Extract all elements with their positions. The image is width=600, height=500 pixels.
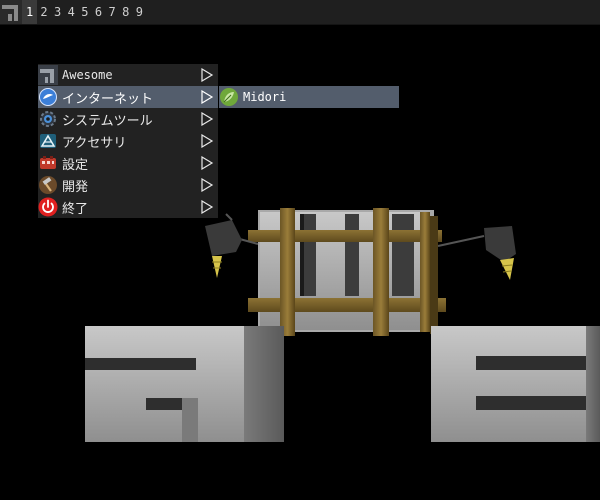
- menu-item-label: 開発: [62, 179, 89, 195]
- submenu-arrow-icon: [201, 90, 214, 104]
- menu-item-label: 設定: [62, 157, 89, 173]
- menu-item-accessories[interactable]: アクセサリ: [38, 130, 218, 152]
- gear-icon: [40, 111, 56, 127]
- menu-item-awesome[interactable]: Awesome: [38, 64, 218, 86]
- tag-8[interactable]: 8: [119, 0, 133, 24]
- menu-item-development[interactable]: 開発: [38, 174, 218, 196]
- awesome-launcher-icon[interactable]: [0, 0, 22, 24]
- tag-2[interactable]: 2: [37, 0, 51, 24]
- submenu-arrow-icon: [201, 134, 214, 148]
- submenu-arrow-icon: [201, 200, 214, 214]
- submenu-arrow-icon: [201, 68, 214, 82]
- menu-item-label: 終了: [62, 201, 89, 217]
- midori-leaf-icon: [220, 88, 238, 106]
- tag-4[interactable]: 4: [64, 0, 78, 24]
- submenu-item-midori[interactable]: Midori: [219, 86, 399, 108]
- menu-item-internet[interactable]: インターネット: [38, 86, 218, 108]
- menu-item-system-tools[interactable]: システムツール: [38, 108, 218, 130]
- menu-item-label: システムツール: [62, 113, 153, 129]
- hammer-icon: [39, 176, 57, 194]
- tag-6[interactable]: 6: [92, 0, 106, 24]
- menu-item-settings[interactable]: 設定: [38, 152, 218, 174]
- tag-1[interactable]: 1: [22, 0, 38, 24]
- awesome-main-menu: Awesome インターネット システムツール アクセサリ 設定 開発 終了: [38, 64, 218, 218]
- globe-icon: [39, 88, 57, 106]
- menu-item-label: インターネット: [62, 91, 154, 107]
- menu-item-exit[interactable]: 終了: [38, 196, 218, 218]
- menu-item-label: アクセサリ: [62, 135, 127, 151]
- taglist: 1 2 3 4 5 6 7 8 9: [22, 0, 146, 24]
- awesome-logo-icon: [38, 65, 58, 85]
- tag-3[interactable]: 3: [51, 0, 65, 24]
- submenu-arrow-icon: [201, 112, 214, 126]
- accessories-icon: [40, 134, 56, 148]
- internet-submenu: Midori: [219, 86, 399, 108]
- tag-7[interactable]: 7: [105, 0, 119, 24]
- settings-icon: [40, 156, 56, 169]
- submenu-arrow-icon: [201, 156, 214, 170]
- submenu-item-label: Midori: [243, 90, 287, 104]
- top-wibar: 1 2 3 4 5 6 7 8 9: [0, 0, 600, 25]
- tag-9[interactable]: 9: [133, 0, 147, 24]
- power-icon: [38, 197, 58, 217]
- menu-item-label: Awesome: [62, 68, 113, 82]
- submenu-arrow-icon: [201, 178, 214, 192]
- tag-5[interactable]: 5: [78, 0, 92, 24]
